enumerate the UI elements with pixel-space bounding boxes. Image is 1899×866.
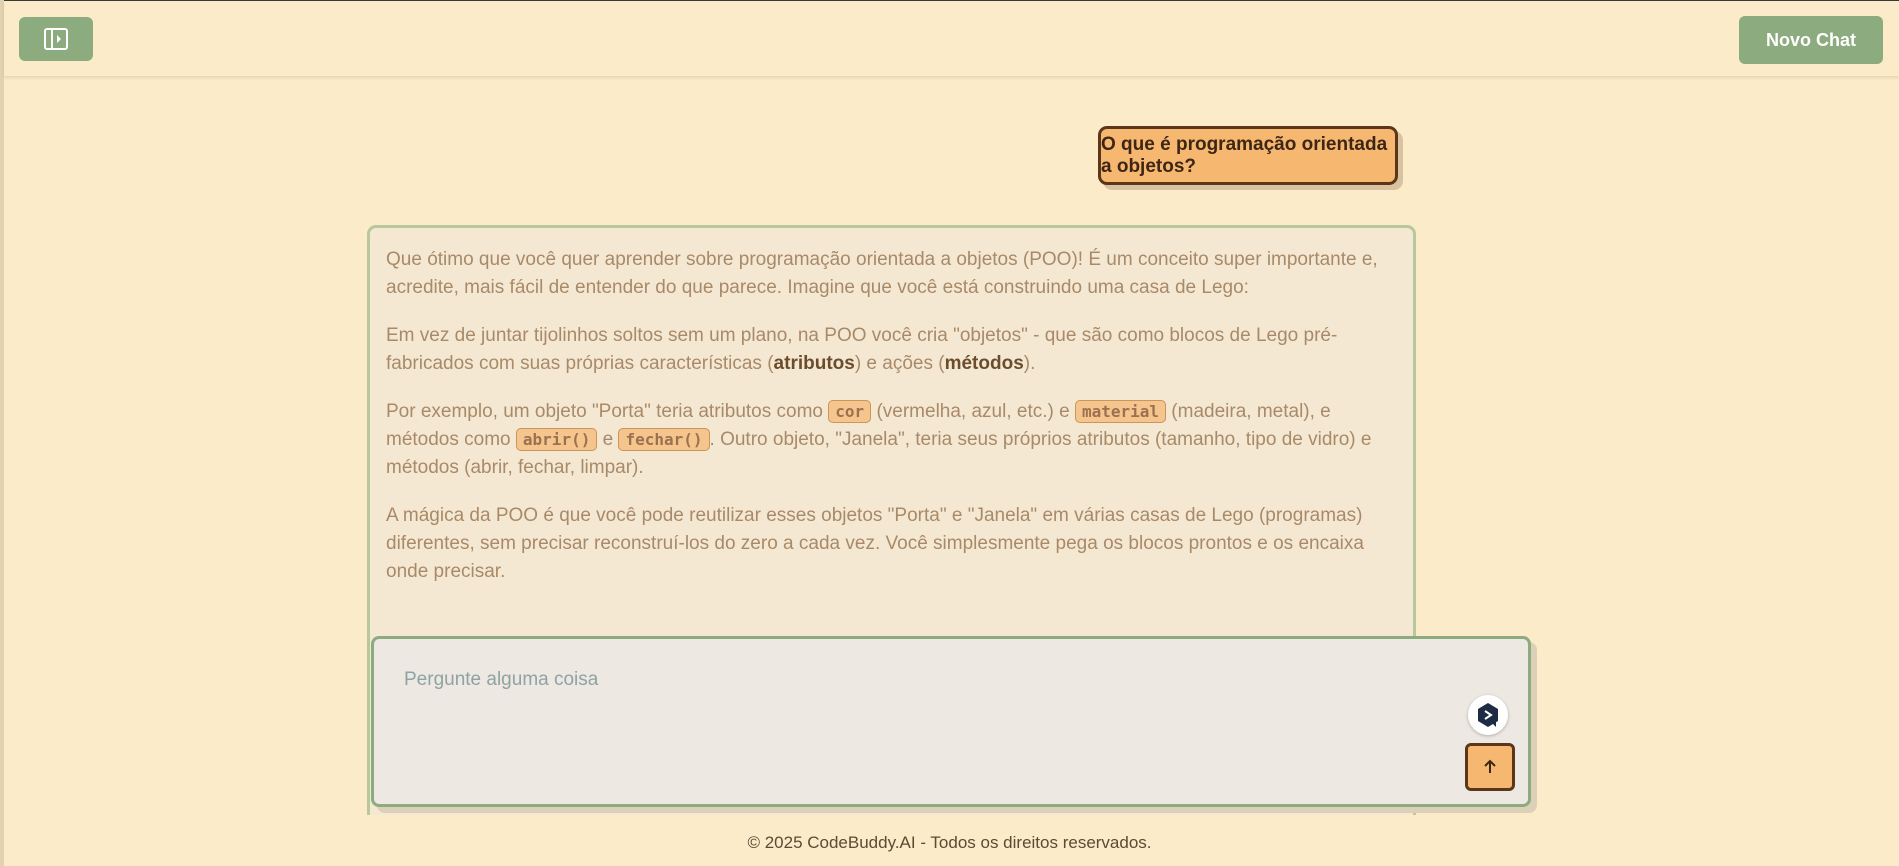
new-chat-button[interactable]: Novo Chat [1739, 16, 1883, 64]
inline-code: cor [828, 400, 872, 423]
inline-code: material [1074, 400, 1167, 423]
chat-input[interactable] [402, 667, 1466, 751]
sidebar-toggle-button[interactable] [19, 17, 93, 61]
arrow-up-icon [1484, 759, 1496, 773]
bold-term: atributos [773, 353, 855, 374]
ai-paragraph: A mágica da POO é que você pode reutiliz… [386, 505, 1364, 582]
send-button[interactable] [1465, 743, 1515, 791]
ai-paragraph: Que ótimo que você quer aprender sobre p… [386, 249, 1378, 298]
bold-term: métodos [944, 353, 1024, 374]
inline-code: fechar() [618, 428, 710, 451]
assistant-badge-icon[interactable] [1468, 695, 1508, 735]
ai-paragraph: Por exemplo, um objeto "Porta" teria atr… [386, 400, 1372, 478]
left-edge [0, 0, 4, 866]
assistant-logo-icon [1478, 703, 1498, 727]
chat-input-box [371, 636, 1531, 807]
sidebar-toggle-icon [44, 28, 68, 50]
user-message-bubble: O que é programação orientada a objetos? [1098, 126, 1398, 185]
top-bar: Novo Chat [4, 1, 1899, 76]
footer-copyright: © 2025 CodeBuddy.AI - Todos os direitos … [747, 833, 1152, 852]
inline-code: abrir() [515, 428, 598, 451]
ai-paragraph: Em vez de juntar tijolinhos soltos sem u… [386, 325, 1338, 374]
